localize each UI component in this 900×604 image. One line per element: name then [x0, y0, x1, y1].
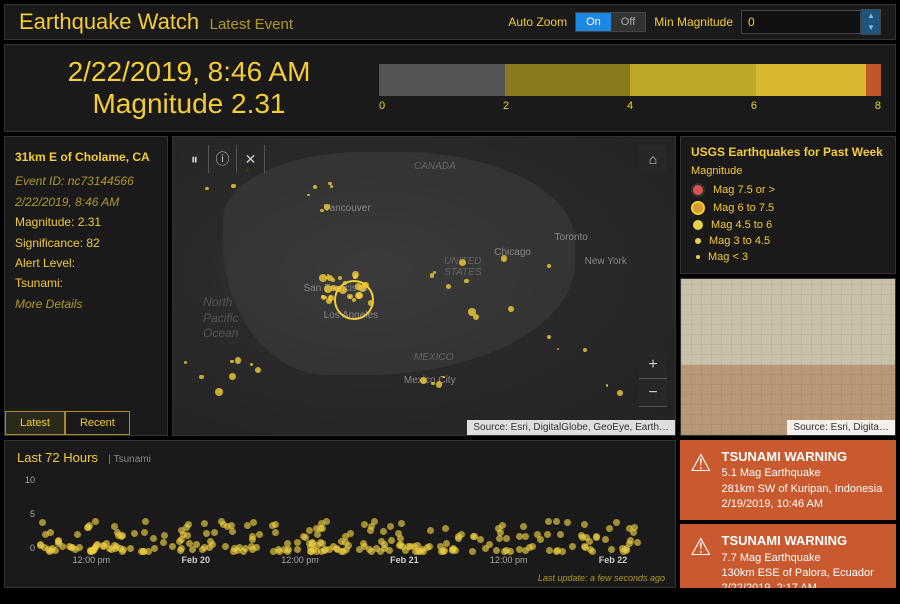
country-label: CANADA	[414, 161, 456, 172]
gauge-tick: 8	[875, 100, 881, 112]
legend-panel: USGS Earthquakes for Past Week Magnitude…	[680, 136, 896, 274]
ocean-label: North Pacific Ocean	[203, 295, 238, 342]
city-label: Mexico City	[404, 375, 456, 386]
legend-label: Mag < 3	[708, 251, 748, 263]
legend-dot-icon	[691, 201, 705, 215]
x-tick: 12:00 pm	[281, 555, 319, 565]
timeline-chart: Last 72 Hours | Tsunami 10 5 0 12:00 pm …	[4, 440, 676, 588]
legend-dot-icon	[696, 255, 700, 259]
event-magnitude: Magnitude: 2.31	[15, 212, 157, 232]
x-tick: 12:00 pm	[73, 555, 111, 565]
warning-title: TSUNAMI WARNING	[722, 532, 874, 550]
chart-update-text: Last update: a few seconds ago	[538, 573, 665, 583]
legend-title: USGS Earthquakes for Past Week	[691, 145, 885, 159]
pause-icon[interactable]: ⏸	[181, 145, 209, 173]
spinner-down-icon[interactable]: ▼	[862, 22, 880, 34]
gauge-tick: 6	[751, 100, 757, 112]
toggle-on[interactable]: On	[576, 13, 611, 31]
y-tick: 10	[19, 475, 35, 485]
banner-magnitude: Magnitude 2.31	[19, 88, 359, 120]
city-label: New York	[585, 256, 627, 267]
gauge-tick: 2	[503, 100, 509, 112]
auto-zoom-label: Auto Zoom	[508, 15, 567, 29]
event-alert-level: Alert Level:	[15, 253, 157, 273]
info-icon[interactable]: ⓘ	[209, 145, 237, 173]
zoom-out-icon[interactable]: −	[639, 379, 667, 407]
warning-time: 2/19/2019, 10:46 AM	[722, 497, 883, 512]
legend-label: Mag 6 to 7.5	[713, 202, 774, 214]
warning-time: 2/22/2019, 2:17 AM	[722, 581, 874, 588]
event-tsunami: Tsunami:	[15, 273, 157, 293]
more-details-link[interactable]: More Details	[15, 294, 157, 314]
header-bar: Earthquake Watch Latest Event Auto Zoom …	[4, 4, 896, 40]
legend-dot-icon	[691, 183, 705, 197]
event-location: 31km E of Cholame, CA	[15, 147, 157, 167]
tsunami-warning[interactable]: ⚠ TSUNAMI WARNING 7.7 Mag Earthquake 130…	[680, 524, 896, 588]
min-magnitude-spinner[interactable]: ▲ ▼	[861, 9, 881, 35]
city-label: Toronto	[555, 232, 588, 243]
legend-dot-icon	[695, 238, 701, 244]
y-tick: 5	[19, 509, 35, 519]
close-icon[interactable]: ✕	[237, 145, 265, 173]
magnitude-gauge: 0 2 4 6 8	[379, 64, 881, 112]
y-tick: 0	[19, 543, 35, 553]
gauge-tick: 0	[379, 100, 385, 112]
event-time: 2/22/2019, 8:46 AM	[15, 192, 157, 212]
x-tick: Feb 20	[181, 555, 210, 565]
warning-location: 281km SW of Kuripan, Indonesia	[722, 482, 883, 497]
tab-recent[interactable]: Recent	[65, 411, 130, 435]
warning-icon: ⚠	[690, 536, 712, 560]
min-magnitude-input[interactable]	[741, 10, 861, 34]
title-subtext: Latest Event	[210, 16, 293, 33]
event-id: Event ID: nc73144566	[15, 171, 157, 191]
x-tick: Feb 22	[599, 555, 628, 565]
legend-dot-icon	[693, 220, 703, 230]
home-icon[interactable]: ⌂	[639, 145, 667, 173]
tab-latest[interactable]: Latest	[5, 411, 65, 435]
details-tabs: Latest Recent	[5, 411, 167, 435]
event-significance: Significance: 82	[15, 233, 157, 253]
header-controls: Auto Zoom On Off Min Magnitude ▲ ▼	[508, 9, 881, 35]
gauge-tick: 4	[627, 100, 633, 112]
chart-subtitle: | Tsunami	[108, 454, 150, 465]
main-map[interactable]: North Pacific Ocean CANADA UNITED STATES…	[172, 136, 676, 436]
warning-icon: ⚠	[690, 452, 712, 476]
title-text: Earthquake Watch	[19, 9, 199, 34]
x-tick: 12:00 pm	[490, 555, 528, 565]
map-toolbar: ⏸ ⓘ ✕	[181, 145, 265, 173]
event-banner: 2/22/2019, 8:46 AM Magnitude 2.31 0 2 4 …	[4, 44, 896, 132]
auto-zoom-toggle[interactable]: On Off	[575, 12, 646, 32]
warning-location: 130km ESE of Palora, Ecuador	[722, 566, 874, 581]
city-label: Vancouver	[324, 203, 371, 214]
chart-title: Last 72 Hours	[17, 450, 98, 465]
spinner-up-icon[interactable]: ▲	[862, 10, 880, 22]
legend-subtitle: Magnitude	[691, 165, 885, 177]
map-attribution: Source: Esri, DigitalGlobe, GeoEye, Eart…	[467, 420, 675, 435]
app-title: Earthquake Watch Latest Event	[19, 9, 293, 35]
country-label: MEXICO	[414, 352, 453, 363]
warning-title: TSUNAMI WARNING	[722, 448, 883, 466]
warning-mag: 5.1 Mag Earthquake	[722, 466, 883, 481]
zoom-in-icon[interactable]: +	[639, 351, 667, 379]
satellite-attribution: Source: Esri, Digita…	[787, 420, 895, 435]
legend-label: Mag 4.5 to 6	[711, 219, 772, 231]
min-magnitude-label: Min Magnitude	[654, 15, 733, 29]
toggle-off[interactable]: Off	[611, 13, 645, 31]
banner-timestamp: 2/22/2019, 8:46 AM	[19, 56, 359, 88]
x-tick: Feb 21	[390, 555, 419, 565]
satellite-inset[interactable]: Source: Esri, Digita…	[680, 278, 896, 436]
map-zoom-controls: + −	[639, 351, 667, 407]
banner-headline: 2/22/2019, 8:46 AM Magnitude 2.31	[19, 56, 359, 120]
warnings-list: ⚠ TSUNAMI WARNING 5.1 Mag Earthquake 281…	[680, 440, 896, 588]
warning-mag: 7.7 Mag Earthquake	[722, 551, 874, 566]
city-label: Chicago	[494, 247, 531, 258]
event-details-panel: 31km E of Cholame, CA Event ID: nc731445…	[4, 136, 168, 436]
legend-label: Mag 3 to 4.5	[709, 235, 770, 247]
legend-label: Mag 7.5 or >	[713, 184, 775, 196]
tsunami-warning[interactable]: ⚠ TSUNAMI WARNING 5.1 Mag Earthquake 281…	[680, 440, 896, 520]
